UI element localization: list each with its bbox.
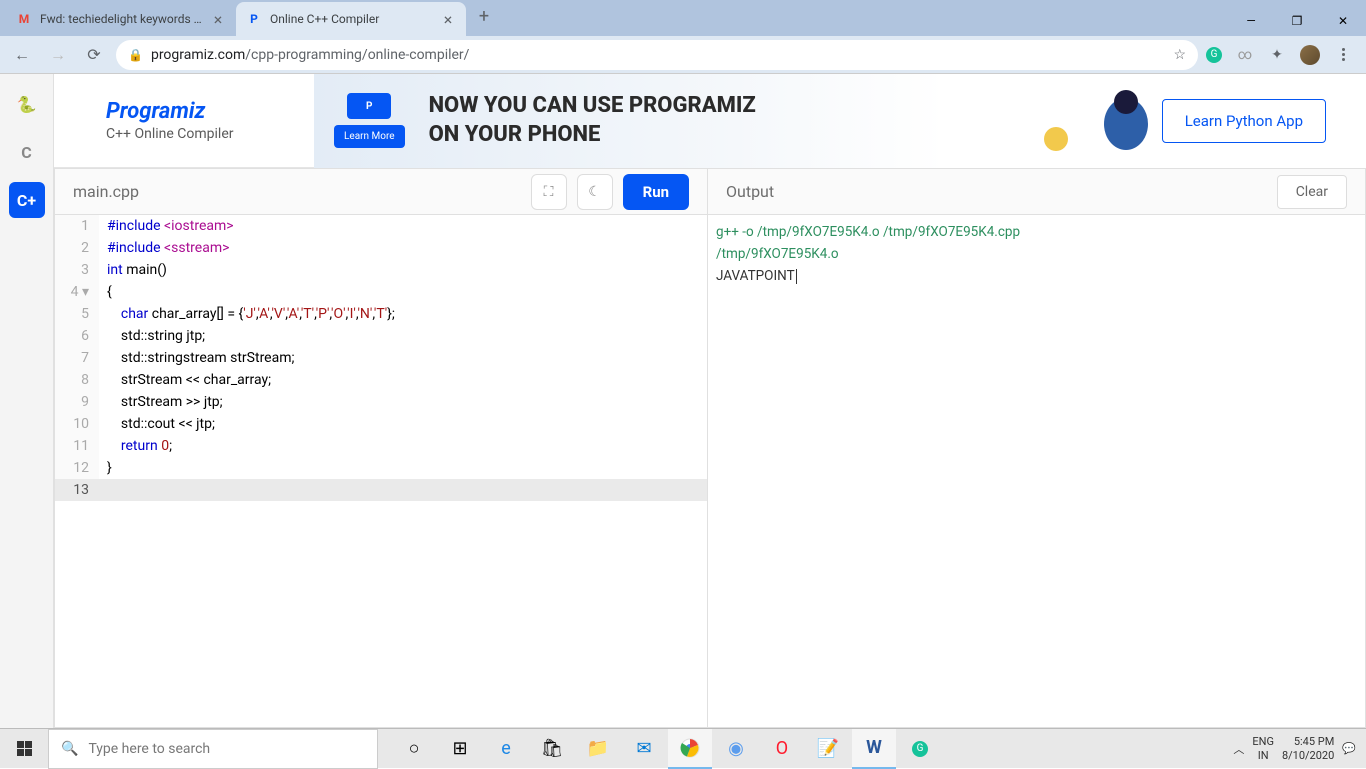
output-title: Output bbox=[726, 182, 774, 201]
programiz-icon: P bbox=[246, 11, 262, 27]
word-icon[interactable]: W bbox=[852, 729, 896, 769]
language-indicator[interactable]: ENG IN bbox=[1252, 735, 1274, 761]
page-content: 🐍 C C+ Programiz C++ Online Compiler P L… bbox=[0, 74, 1366, 728]
lang-cpp[interactable]: C+ bbox=[9, 182, 45, 218]
grammarly-taskbar-icon[interactable]: G bbox=[898, 729, 942, 769]
explorer-icon[interactable]: 📁 bbox=[576, 729, 620, 769]
code-line[interactable]: 5 char char_array[] = {'J','A','V','A','… bbox=[55, 303, 707, 325]
lock-icon: 🔒 bbox=[128, 48, 143, 62]
windows-logo-icon bbox=[17, 741, 32, 756]
forward-button[interactable]: → bbox=[44, 41, 72, 69]
editor-pane: main.cpp ⛶ ☾ Run 1#include <iostream>2#i… bbox=[54, 168, 708, 728]
gmail-icon: M bbox=[16, 11, 32, 27]
output-console[interactable]: g++ -o /tmp/9fXO7E95K4.o /tmp/9fXO7E95K4… bbox=[708, 215, 1365, 727]
taskbar-search[interactable]: 🔍 Type here to search bbox=[48, 729, 378, 769]
windows-taskbar: 🔍 Type here to search ○ ⊞ e 🛍 📁 ✉ ◉ O 📝 … bbox=[0, 728, 1366, 768]
reload-button[interactable]: ⟳ bbox=[80, 41, 108, 69]
output-pane: Output Clear g++ -o /tmp/9fXO7E95K4.o /t… bbox=[707, 168, 1366, 728]
search-placeholder: Type here to search bbox=[88, 741, 210, 757]
code-line[interactable]: 8 strStream << char_array; bbox=[55, 369, 707, 391]
main-area: Programiz C++ Online Compiler P Learn Mo… bbox=[54, 74, 1366, 728]
tab-title: Online C++ Compiler bbox=[270, 12, 432, 26]
workspace: main.cpp ⛶ ☾ Run 1#include <iostream>2#i… bbox=[54, 168, 1366, 728]
store-icon[interactable]: 🛍 bbox=[530, 729, 574, 769]
minimize-button[interactable]: ― bbox=[1228, 6, 1274, 36]
new-tab-button[interactable]: + bbox=[470, 2, 498, 30]
lang-c[interactable]: C bbox=[9, 134, 45, 170]
task-view-icon[interactable]: ⊞ bbox=[438, 729, 482, 769]
code-line[interactable]: 1#include <iostream> bbox=[55, 215, 707, 237]
code-line[interactable]: 12} bbox=[55, 457, 707, 479]
code-line[interactable]: 11 return 0; bbox=[55, 435, 707, 457]
ie-icon[interactable]: e bbox=[484, 729, 528, 769]
editor-header: main.cpp ⛶ ☾ Run bbox=[55, 169, 707, 215]
window-controls: ― ❐ ✕ bbox=[1228, 6, 1366, 36]
start-button[interactable] bbox=[0, 729, 48, 769]
notifications-icon[interactable]: 💬 bbox=[1342, 742, 1356, 755]
promo-illustration bbox=[1026, 84, 1166, 164]
text-cursor bbox=[796, 269, 797, 284]
brand-logo: Programiz bbox=[106, 99, 314, 124]
extension-icon[interactable]: ∞ bbox=[1236, 46, 1254, 64]
lang-python[interactable]: 🐍 bbox=[9, 86, 45, 122]
browser-titlebar: M Fwd: techiedelight keywords list × P O… bbox=[0, 0, 1366, 36]
top-banner: Programiz C++ Online Compiler P Learn Mo… bbox=[54, 74, 1366, 168]
language-sidebar: 🐍 C C+ bbox=[0, 74, 54, 728]
omnibox[interactable]: 🔒 programiz.com/cpp-programming/online-c… bbox=[116, 40, 1198, 70]
cortana-icon[interactable]: ○ bbox=[392, 729, 436, 769]
code-line[interactable]: 10 std::cout << jtp; bbox=[55, 413, 707, 435]
close-icon[interactable]: × bbox=[440, 11, 456, 27]
code-line[interactable]: 4 ▾{ bbox=[55, 281, 707, 303]
run-button[interactable]: Run bbox=[623, 174, 689, 210]
tab-strip: M Fwd: techiedelight keywords list × P O… bbox=[6, 2, 498, 36]
promo-banner: P Learn More NOW YOU CAN USE PROGRAMIZ O… bbox=[314, 74, 1366, 168]
back-button[interactable]: ← bbox=[8, 41, 36, 69]
opera-icon[interactable]: O bbox=[760, 729, 804, 769]
tab-gmail[interactable]: M Fwd: techiedelight keywords list × bbox=[6, 2, 236, 36]
promo-badge: P Learn More bbox=[334, 93, 405, 148]
learn-more-button[interactable]: Learn More bbox=[334, 125, 405, 148]
code-line[interactable]: 3int main() bbox=[55, 259, 707, 281]
tab-programiz[interactable]: P Online C++ Compiler × bbox=[236, 2, 466, 36]
bookmark-star-icon[interactable]: ☆ bbox=[1173, 47, 1186, 63]
code-line[interactable]: 2#include <sstream> bbox=[55, 237, 707, 259]
search-icon: 🔍 bbox=[61, 741, 78, 757]
grammarly-icon[interactable]: G bbox=[1206, 47, 1222, 63]
url-text: programiz.com/cpp-programming/online-com… bbox=[151, 47, 1165, 63]
output-header: Output Clear bbox=[708, 169, 1365, 215]
code-line[interactable]: 9 strStream >> jtp; bbox=[55, 391, 707, 413]
tray-overflow-icon[interactable]: ︿ bbox=[1233, 741, 1244, 757]
brand-subtitle: C++ Online Compiler bbox=[106, 126, 314, 142]
mail-icon[interactable]: ✉ bbox=[622, 729, 666, 769]
dark-mode-icon[interactable]: ☾ bbox=[577, 174, 613, 210]
promo-logo-icon: P bbox=[347, 93, 391, 119]
learn-python-app-button[interactable]: Learn Python App bbox=[1162, 99, 1326, 143]
notepad-icon[interactable]: 📝 bbox=[806, 729, 850, 769]
close-icon[interactable]: × bbox=[210, 11, 226, 27]
maximize-button[interactable]: ❐ bbox=[1274, 6, 1320, 36]
brand-block: Programiz C++ Online Compiler bbox=[54, 99, 314, 142]
code-line[interactable]: 7 std::stringstream strStream; bbox=[55, 347, 707, 369]
extension-icons: G ∞ ✦ bbox=[1206, 45, 1358, 65]
code-line[interactable]: 6 std::string jtp; bbox=[55, 325, 707, 347]
extensions-puzzle-icon[interactable]: ✦ bbox=[1268, 46, 1286, 64]
editor-filename: main.cpp bbox=[73, 182, 139, 201]
code-line[interactable]: 13 bbox=[55, 479, 707, 501]
system-tray: ︿ ENG IN 5:45 PM 8/10/2020 💬 bbox=[1233, 735, 1366, 761]
close-window-button[interactable]: ✕ bbox=[1320, 6, 1366, 36]
tab-title: Fwd: techiedelight keywords list bbox=[40, 12, 202, 26]
code-editor[interactable]: 1#include <iostream>2#include <sstream>3… bbox=[55, 215, 707, 727]
taskbar-apps: ○ ⊞ e 🛍 📁 ✉ ◉ O 📝 W G bbox=[392, 729, 942, 769]
clear-button[interactable]: Clear bbox=[1277, 175, 1347, 209]
address-bar: ← → ⟳ 🔒 programiz.com/cpp-programming/on… bbox=[0, 36, 1366, 74]
chrome-icon[interactable] bbox=[668, 729, 712, 769]
clock[interactable]: 5:45 PM 8/10/2020 bbox=[1282, 735, 1334, 761]
promo-headline: NOW YOU CAN USE PROGRAMIZ ON YOUR PHONE bbox=[429, 92, 756, 149]
chromium-icon[interactable]: ◉ bbox=[714, 729, 758, 769]
chrome-menu-button[interactable] bbox=[1334, 46, 1352, 64]
profile-avatar[interactable] bbox=[1300, 45, 1320, 65]
fullscreen-icon[interactable]: ⛶ bbox=[531, 174, 567, 210]
